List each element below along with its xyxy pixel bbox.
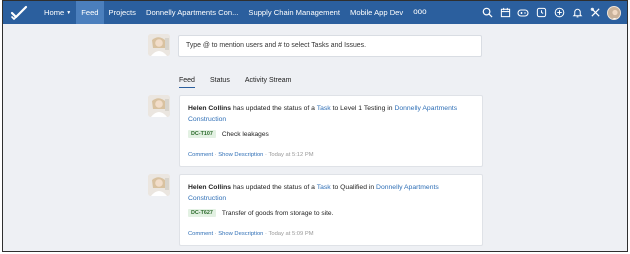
show-description-link[interactable]: Show Description xyxy=(218,152,263,158)
post-avatar xyxy=(148,174,170,196)
task-name[interactable]: Check leakages xyxy=(222,131,269,138)
post-footer: Comment · Show Description · Today at 5:… xyxy=(188,152,314,158)
tab-feed[interactable]: Feed xyxy=(179,77,195,88)
post-text: Helen Collins has updated the status of … xyxy=(188,103,473,125)
show-description-link[interactable]: Show Description xyxy=(218,231,263,237)
search-icon[interactable] xyxy=(481,7,493,19)
task-row: DC-T627 Transfer of goods from storage t… xyxy=(188,209,333,217)
chevron-down-icon: ▼ xyxy=(66,10,72,16)
task-name[interactable]: Transfer of goods from storage to site. xyxy=(222,210,334,217)
plus-icon[interactable] xyxy=(553,7,565,19)
tab-activity-stream[interactable]: Activity Stream xyxy=(245,77,292,88)
task-id-badge[interactable]: DC-T627 xyxy=(188,209,216,217)
more-menu-button[interactable]: ooo xyxy=(408,1,431,24)
tools-icon[interactable] xyxy=(589,7,601,19)
app-window: Home ▼ Feed Projects Donnelly Apartments … xyxy=(2,0,628,252)
composer-avatar xyxy=(148,34,170,56)
nav-home-label: Home xyxy=(44,8,65,17)
feed-post: Helen Collins has updated the status of … xyxy=(179,95,483,167)
feed-tabs: Feed Status Activity Stream xyxy=(179,77,307,88)
post-avatar xyxy=(148,95,170,117)
nav-home[interactable]: Home ▼ xyxy=(39,1,76,24)
tab-status[interactable]: Status xyxy=(210,77,230,88)
post-timestamp: Today at 5:09 PM xyxy=(268,231,314,237)
nav-feed[interactable]: Feed xyxy=(76,1,104,24)
toolbar-icons xyxy=(475,1,621,24)
bell-icon[interactable] xyxy=(571,7,583,19)
post-text: Helen Collins has updated the status of … xyxy=(188,182,473,204)
nav-project-supply-chain[interactable]: Supply Chain Management xyxy=(243,1,345,24)
comment-link[interactable]: Comment xyxy=(188,231,213,237)
post-text-part: to Level 1 Testing in xyxy=(330,105,395,112)
comment-link[interactable]: Comment xyxy=(188,152,213,158)
task-link[interactable]: Task xyxy=(317,105,331,112)
task-row: DC-T107 Check leakages xyxy=(188,130,269,138)
main-nav: Home ▼ Feed Projects Donnelly Apartments … xyxy=(39,1,432,24)
post-text-part: to Qualified in xyxy=(330,184,377,191)
post-user[interactable]: Helen Collins xyxy=(188,105,231,112)
user-avatar[interactable] xyxy=(607,5,621,20)
calendar-icon[interactable] xyxy=(499,7,511,19)
nav-project-donnelly[interactable]: Donnelly Apartments Con... xyxy=(141,1,243,24)
top-navigation-bar: Home ▼ Feed Projects Donnelly Apartments … xyxy=(3,1,627,24)
post-footer: Comment · Show Description · Today at 5:… xyxy=(188,231,314,237)
task-id-badge[interactable]: DC-T107 xyxy=(188,130,216,138)
task-link[interactable]: Task xyxy=(317,184,331,191)
post-timestamp: Today at 5:12 PM xyxy=(268,152,314,158)
nav-projects[interactable]: Projects xyxy=(104,1,141,24)
post-text-part: has updated the status of a xyxy=(231,105,317,112)
post-composer-input[interactable]: Type @ to mention users and # to select … xyxy=(178,35,482,57)
gamepad-icon[interactable] xyxy=(517,7,529,19)
app-logo-icon[interactable] xyxy=(7,1,31,24)
nav-project-mobile-app[interactable]: Mobile App Dev xyxy=(345,1,408,24)
timer-icon[interactable] xyxy=(535,7,547,19)
post-text-part: has updated the status of a xyxy=(231,184,317,191)
post-user[interactable]: Helen Collins xyxy=(188,184,231,191)
feed-post: Helen Collins has updated the status of … xyxy=(179,174,483,246)
